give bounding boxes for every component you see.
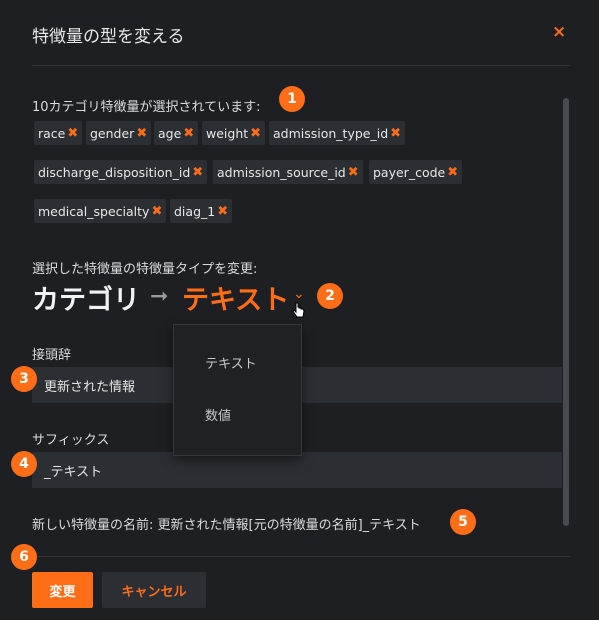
callout-badge-5: 5 [450,509,476,535]
feature-chip: medical_specialty ✖ [34,199,167,223]
close-icon[interactable]: × [552,22,566,42]
remove-icon[interactable]: ✖ [390,126,401,141]
remove-icon[interactable]: ✖ [192,165,203,180]
scrollbar[interactable] [563,98,569,526]
new-feature-name: 新しい特徴量の名前: 更新された情報[元の特徴量の名前]_テキスト [32,518,421,533]
chip-label: medical_specialty [38,203,150,219]
selection-summary: 10カテゴリ特徴量が選択されています: [32,100,261,115]
feature-chip: admission_type_id ✖ [269,121,406,145]
chip-label: race [38,125,66,141]
arrow-right-icon: ➞ [150,284,169,309]
dropdown-option-text[interactable]: テキスト [205,353,257,372]
change-feature-type-dialog: 特徴量の型を変える × 10カテゴリ特徴量が選択されています: 1 race ✖ … [0,0,599,620]
callout-badge-6: 6 [11,544,37,570]
callout-badge-2: 2 [317,283,343,309]
footer-divider [32,556,570,557]
remove-icon[interactable]: ✖ [151,204,162,219]
suffix-label: サフィックス [32,433,110,448]
suffix-input[interactable]: _テキスト [32,452,562,488]
hand-cursor-icon [292,302,305,318]
header-divider [32,65,570,66]
chip-label: gender [90,125,135,141]
remove-icon[interactable]: ✖ [447,165,458,180]
chip-label: age [158,125,182,141]
current-type: カテゴリ [32,285,140,316]
callout-badge-4: 4 [11,451,37,477]
feature-chip: diag_1 ✖ [170,199,233,223]
remove-icon[interactable]: ✖ [136,126,147,141]
target-type-select[interactable]: テキスト [182,278,289,317]
chip-label: admission_source_id [217,164,346,180]
chip-label: diag_1 [174,203,216,219]
chip-label: discharge_disposition_id [38,164,191,180]
prefix-label: 接頭辞 [32,348,72,363]
remove-icon[interactable]: ✖ [250,126,261,141]
feature-chip: race ✖ [34,121,83,145]
type-dropdown-menu: テキスト 数値 [173,324,302,456]
feature-chip: admission_source_id ✖ [213,160,363,184]
dialog-title: 特徴量の型を変える [32,27,185,47]
remove-icon[interactable]: ✖ [183,126,194,141]
chip-label: weight [206,125,249,141]
callout-badge-1: 1 [279,86,305,112]
cancel-button[interactable]: キャンセル [102,572,206,608]
feature-chip: gender ✖ [86,121,152,145]
remove-icon[interactable]: ✖ [217,204,228,219]
chip-label: payer_code [373,164,446,180]
change-button[interactable]: 変更 [32,572,93,608]
callout-badge-3: 3 [11,366,37,392]
dropdown-option-numeric[interactable]: 数値 [205,405,231,424]
type-change-label: 選択した特徴量の特徴量タイプを変更: [32,262,258,277]
feature-chip: discharge_disposition_id ✖ [34,160,208,184]
feature-chip: payer_code ✖ [369,160,463,184]
feature-chip: weight ✖ [202,121,266,145]
chip-label: admission_type_id [273,125,389,141]
chevron-down-icon[interactable]: ⌄ [293,286,305,302]
remove-icon[interactable]: ✖ [67,126,78,141]
feature-chip: age ✖ [154,121,199,145]
remove-icon[interactable]: ✖ [348,165,359,180]
